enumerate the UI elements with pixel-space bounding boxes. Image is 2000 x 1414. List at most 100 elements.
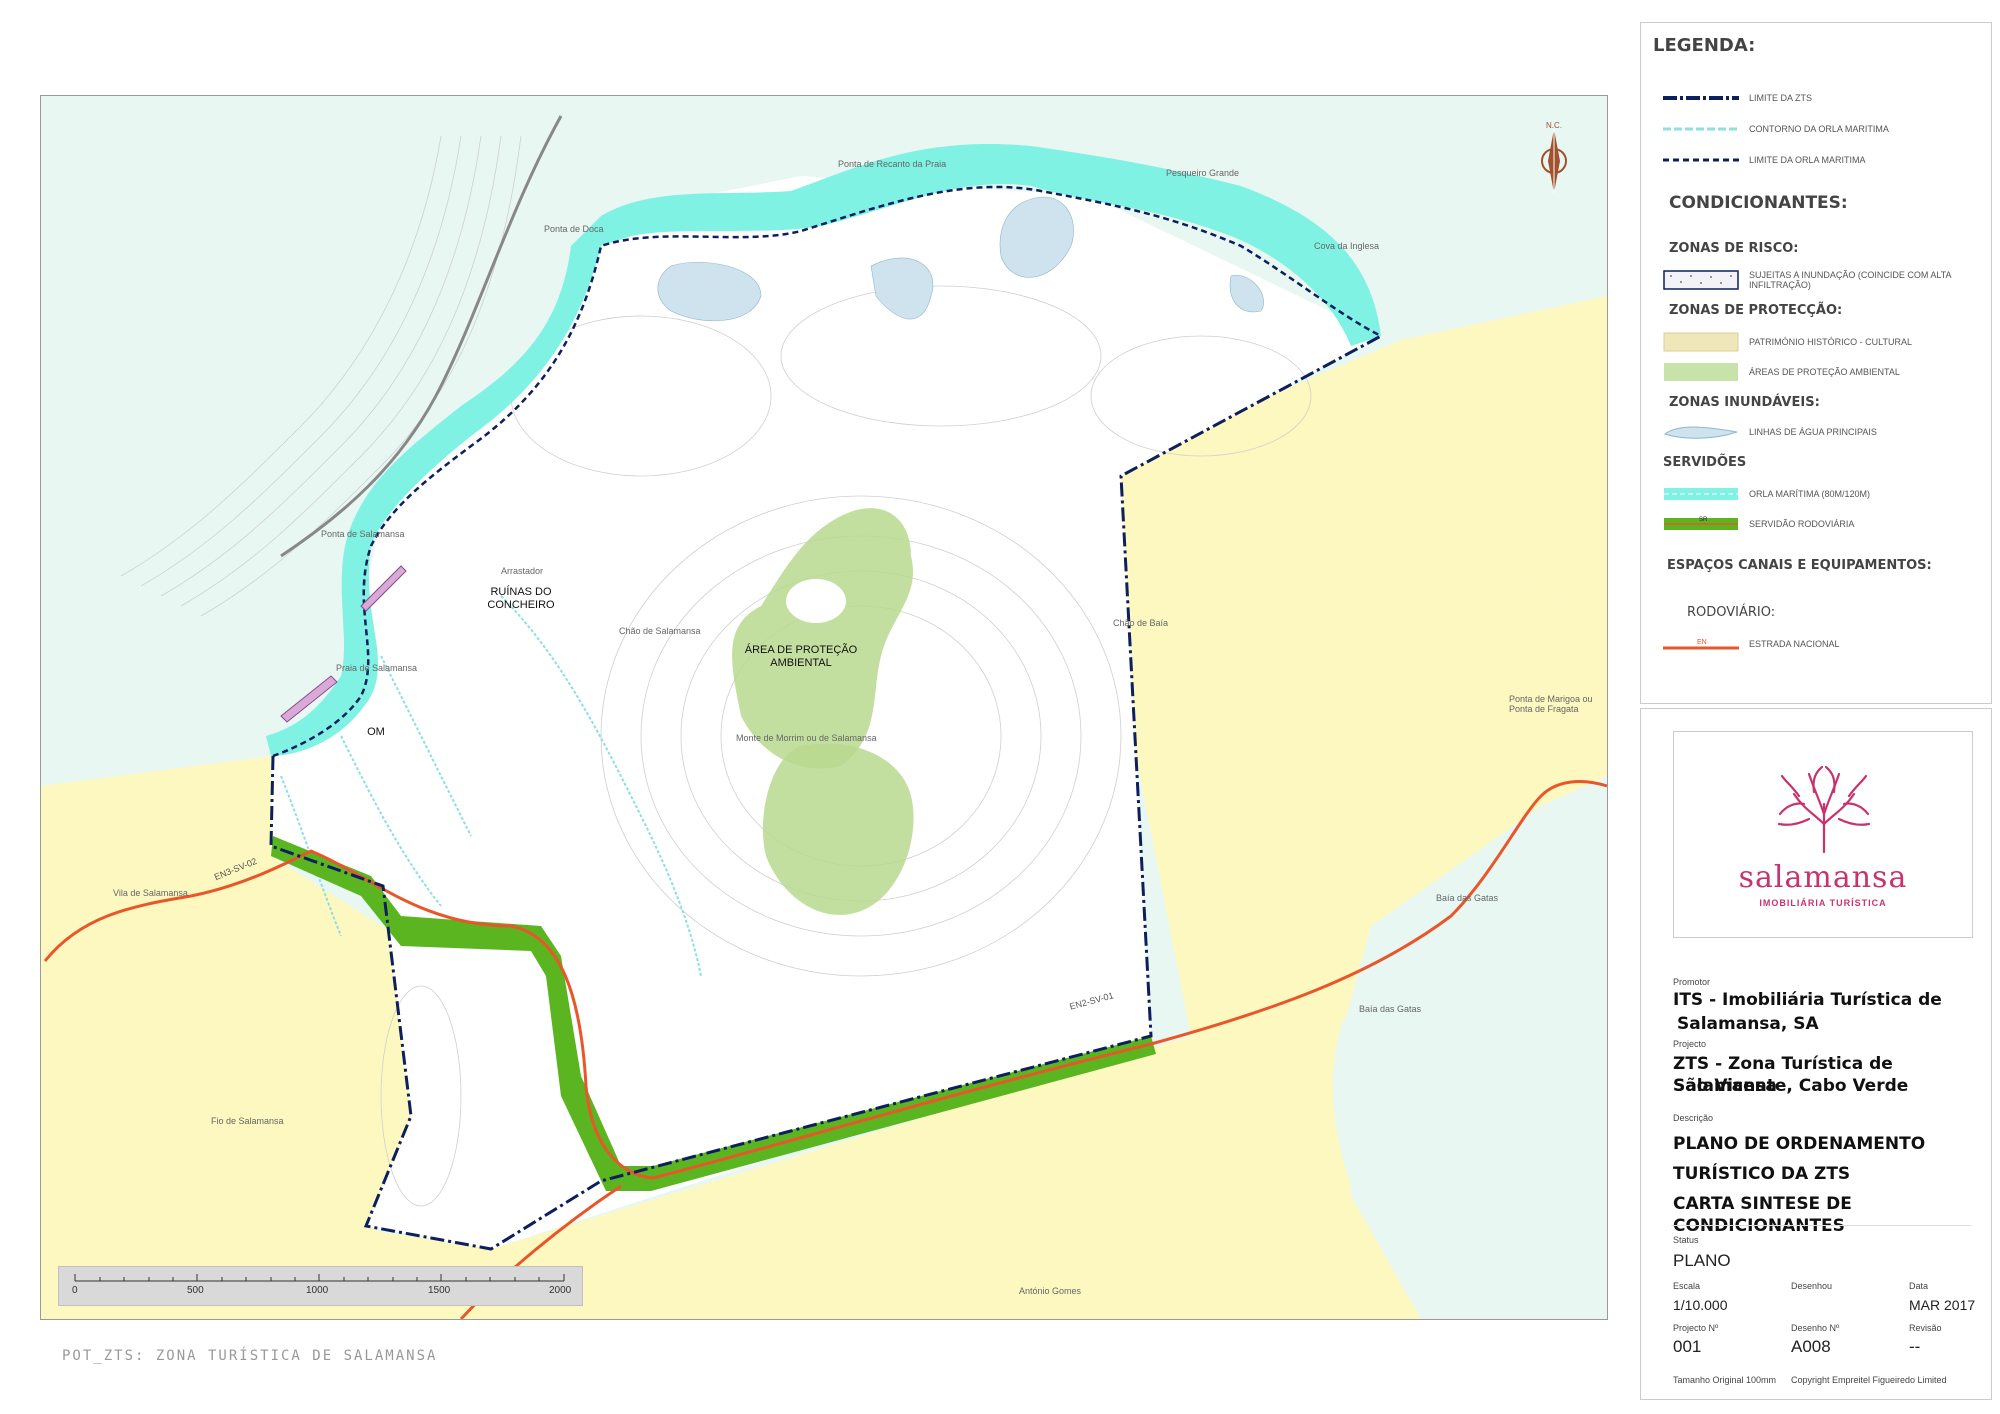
legend-estrada: EN ESTRADA NACIONAL — [1663, 633, 1969, 655]
legend-contorno: CONTORNO DA ORLA MARITIMA — [1663, 118, 1969, 140]
place-vila: Vila de Salamansa — [113, 888, 188, 898]
road-line-icon: EN — [1663, 639, 1739, 650]
desenho-no-label: Desenho Nº — [1791, 1323, 1840, 1333]
status-label: Status — [1673, 1235, 1699, 1245]
place-monte: Monte de Morrim ou de Salamansa — [736, 733, 877, 743]
legend-zts-limit: LIMITE DA ZTS — [1663, 87, 1969, 109]
legend-en-tag: EN — [1697, 639, 1707, 646]
place-chao-baia: Chão de Baía — [1113, 618, 1169, 628]
descricao-line1: PLANO DE ORDENAMENTO — [1673, 1134, 1926, 1154]
projecto-label: Projecto — [1673, 1039, 1707, 1049]
map-frame[interactable]: Ponta de Recanto da Praia Pesqueiro Gran… — [40, 95, 1608, 1320]
legend-orla: ORLA MARÍTIMA (80m/120m) — [1663, 483, 1969, 505]
scale-tick-2000: 2000 — [549, 1285, 572, 1296]
legend-title: LEGENDA: — [1653, 35, 1756, 56]
legend-risco-label: SUJEITAS A INUNDAÇÃO (COINCIDE COM ALTA … — [1749, 270, 1952, 290]
legend-linhas-agua: LINHAS DE ÁGUA PRINCIPAIS — [1663, 421, 1969, 443]
place-pesqueiro: Pesqueiro Grande — [1166, 168, 1240, 178]
place-arrastador: Arrastador — [501, 566, 544, 576]
desenhou-label: Desenhou — [1791, 1281, 1833, 1291]
place-ponta-marigoa: Ponta de Marigoa ou Ponta de Fragata — [1509, 694, 1593, 714]
status-value: PLANO — [1673, 1251, 1731, 1270]
revisao-value: -- — [1909, 1337, 1921, 1356]
revisao-label: Revisão — [1909, 1323, 1942, 1333]
label-ruinas: RUÍNAS DO CONCHEIRO — [487, 586, 555, 611]
logo-box: salamansa IMOBILIÁRIA TURÍSTICA — [1673, 731, 1973, 938]
scale-tick-1500: 1500 — [428, 1285, 451, 1296]
legend-servidoes: SERVIDÕES — [1663, 455, 1747, 470]
legend-linhas-agua-label: LINHAS DE ÁGUA PRINCIPAIS — [1749, 427, 1877, 437]
legend-contorno-label: CONTORNO DA ORLA MARITIMA — [1749, 124, 1889, 134]
title-block: salamansa IMOBILIÁRIA TURÍSTICA Promotor… — [1640, 708, 1992, 1400]
escala-label: Escala — [1673, 1281, 1701, 1291]
legend-condicionantes: CONDICIONANTES: — [1669, 193, 1848, 213]
drawing-title: POT_ZTS: ZONA TURÍSTICA DE SALAMANSA — [62, 1348, 438, 1364]
cyan-band-icon — [1664, 488, 1738, 500]
legend-servidao-label: SERVIDÃO RODOVIÁRIA — [1749, 519, 1855, 529]
green-band-icon: SR — [1664, 517, 1738, 530]
copyright-note: Copyright Empreitel Figueiredo Limited — [1791, 1375, 1947, 1385]
promotor-line1: ITS - Imobiliária Turística de — [1673, 990, 1942, 1010]
projecto-no-value: 001 — [1673, 1337, 1702, 1356]
dash-dot-line-icon — [1663, 96, 1739, 100]
place-ponta-salamansa: Ponta de Salamansa — [321, 529, 405, 539]
legend-orla-limit: LIMITE DA ORLA MARITIMA — [1663, 149, 1969, 171]
place-ponta-recanto: Ponta de Recanto da Praia — [838, 159, 947, 169]
dashed-navy-line-icon — [1663, 158, 1739, 162]
scale-bar: 0 500 1000 1500 2000 — [58, 1266, 583, 1306]
legend-zonas-risco: ZONAS DE RISCO: — [1669, 241, 1799, 256]
scale-tick-500: 500 — [187, 1285, 204, 1296]
map-canvas — [41, 96, 1607, 1319]
label-om: OM — [367, 726, 385, 738]
label-area-protecao: ÁREA DE PROTEÇÃO AMBIENTAL — [744, 644, 858, 669]
coral-tree-icon — [1777, 765, 1871, 854]
legend-espacos: ESPAÇOS CANAIS E EQUIPAMENTOS: — [1667, 558, 1932, 573]
logo-subtitle: IMOBILIÁRIA TURÍSTICA — [1759, 898, 1887, 908]
promotor-line2: Salamansa, SA — [1677, 1014, 1819, 1034]
grid-hatch-icon — [1663, 332, 1739, 352]
scale-tick-1000: 1000 — [306, 1285, 329, 1296]
descricao-line3: CARTA SINTESE DE CONDICIONANTES — [1673, 1194, 1852, 1236]
legend-patrimonio: PATRIMÓNIO HISTÓRICO - CULTURAL — [1663, 331, 1969, 353]
tamanho-note: Tamanho Original 100mm — [1673, 1375, 1777, 1385]
place-fio: Fio de Salamansa — [211, 1116, 284, 1126]
place-antonio: António Gomes — [1019, 1286, 1082, 1296]
logo-wordmark: salamansa — [1738, 860, 1908, 895]
place-praia-salamansa: Praia de Salamansa — [336, 663, 418, 673]
dashed-cyan-line-icon — [1663, 127, 1739, 131]
legend-zts-limit-label: LIMITE DA ZTS — [1749, 93, 1813, 103]
legend-patrimonio-label: PATRIMÓNIO HISTÓRICO - CULTURAL — [1749, 337, 1913, 347]
scale-ruler — [74, 1274, 565, 1282]
legend-sr-tag: SR — [1699, 517, 1708, 523]
dotted-hatch-icon — [1663, 270, 1739, 290]
water-shape-icon — [1663, 426, 1738, 439]
legend-orla-label: ORLA MARÍTIMA (80m/120m) — [1749, 489, 1871, 499]
data-label: Data — [1909, 1281, 1929, 1291]
place-ponta-doca: Ponta de Doca — [544, 224, 604, 234]
legend-orla-limit-label: LIMITE DA ORLA MARITIMA — [1749, 155, 1866, 165]
promotor-label: Promotor — [1673, 977, 1711, 987]
legend-panel: LEGENDA: LIMITE DA ZTS CONTORNO DA ORLA … — [1640, 22, 1992, 704]
place-baia-gatas-south: Baía das Gatas — [1359, 1004, 1422, 1014]
desenho-no-value: A008 — [1791, 1337, 1831, 1356]
escala-value: 1/10.000 — [1673, 1297, 1728, 1313]
legend-risco: SUJEITAS A INUNDAÇÃO (COINCIDE COM ALTA … — [1663, 269, 1969, 291]
divider — [1671, 1225, 1971, 1226]
legend-zonas-protecao: ZONAS DE PROTECÇÃO: — [1669, 303, 1843, 318]
legend-areas-protecao: ÁREAS DE PROTEÇÃO AMBIENTAL — [1663, 361, 1969, 383]
north-arrow: N.C. — [1536, 121, 1572, 211]
protection-area-gap — [786, 579, 846, 623]
legend-zonas-inundaveis: ZONAS INUNDÁVEIS: — [1669, 395, 1820, 410]
legend-servidao: SR SERVIDÃO RODOVIÁRIA — [1663, 513, 1969, 535]
legend-areas-protecao-label: ÁREAS DE PROTEÇÃO AMBIENTAL — [1749, 367, 1900, 377]
compass-icon — [1541, 129, 1567, 193]
projecto-no-label: Projecto Nº — [1673, 1323, 1719, 1333]
descricao-line2: TURÍSTICO DA ZTS — [1673, 1164, 1851, 1184]
scale-tick-0: 0 — [72, 1285, 78, 1296]
drawing-sheet: Ponta de Recanto da Praia Pesqueiro Gran… — [0, 0, 2000, 1414]
data-value: MAR 2017 — [1909, 1297, 1976, 1313]
place-baia-gatas-north: Baía das Gatas — [1436, 893, 1499, 903]
place-chao-salamansa: Chão de Salamansa — [619, 626, 701, 636]
projecto-line2: São Vicente, Cabo Verde — [1673, 1076, 1909, 1096]
green-fill-icon — [1664, 363, 1738, 381]
